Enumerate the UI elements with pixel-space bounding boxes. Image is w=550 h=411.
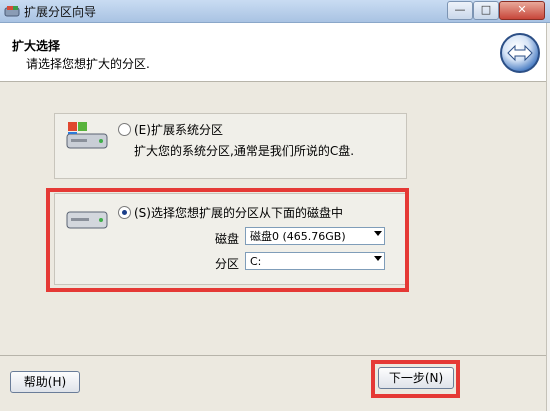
option-extend-system: (E)扩展系统分区 扩大您的系统分区,通常是我们所说的C盘. [54,113,407,179]
wizard-header: 扩大选择 请选择您想扩大的分区. [0,23,550,82]
title-bar: 扩展分区向导 — □ ✕ [0,0,550,23]
minimize-icon: — [454,3,466,16]
close-button[interactable]: ✕ [499,1,545,20]
system-drive-icon [66,122,108,149]
header-title: 扩大选择 [12,39,61,53]
minimize-button[interactable]: — [447,1,473,20]
window-edge [546,23,550,411]
radio-extend-system[interactable] [118,123,131,136]
highlight-frame-option [46,188,409,292]
option-extend-system-description: 扩大您的系统分区,通常是我们所说的C盘. [134,144,355,158]
highlight-frame-next [371,360,460,398]
window-title: 扩展分区向导 [24,5,97,19]
divider [0,355,550,356]
app-icon [4,6,20,17]
maximize-button[interactable]: □ [473,1,499,20]
maximize-icon: □ [480,3,492,16]
help-button[interactable]: 帮助(H) [10,371,80,393]
option-extend-system-label[interactable]: (E)扩展系统分区 [134,121,223,138]
header-subtitle: 请选择您想扩大的分区. [26,57,150,71]
close-icon: ✕ [517,3,527,16]
resize-arrows-glyph [507,44,533,62]
resize-arrows-icon [500,33,540,73]
